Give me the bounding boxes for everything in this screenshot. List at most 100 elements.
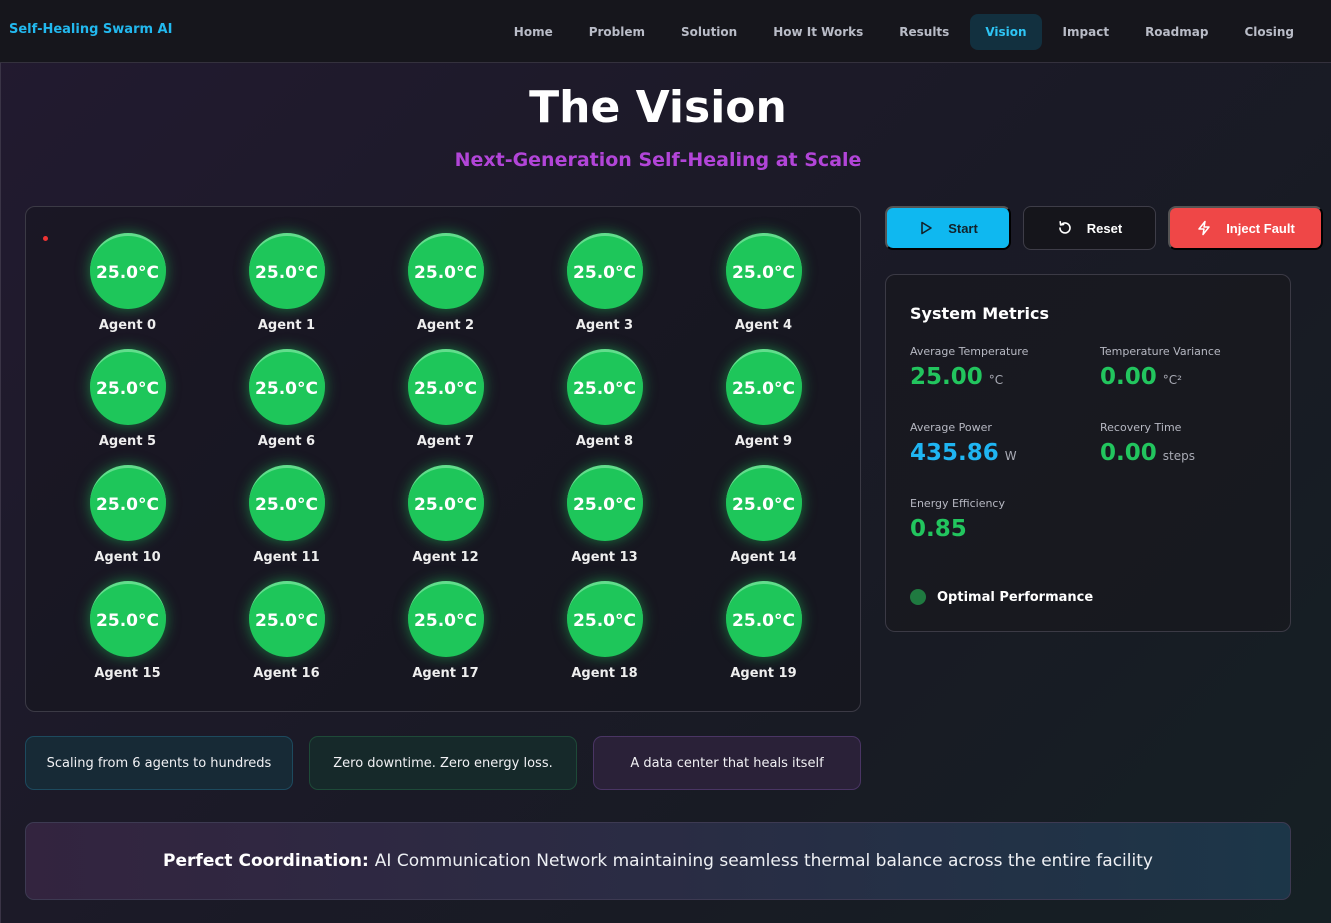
nav-solution[interactable]: Solution <box>666 14 752 50</box>
banner-text: AI Communication Network maintaining sea… <box>374 851 1153 871</box>
metric-label: Average Power <box>910 421 992 434</box>
nav-home[interactable]: Home <box>499 14 568 50</box>
metric-temperature-variance: Temperature Variance 0.00 °C² <box>1100 345 1221 390</box>
agent-label: Agent 1 <box>257 318 316 333</box>
agent-temperature-circle[interactable]: 25.0°C <box>89 465 166 541</box>
agent-label: Agent 12 <box>412 550 479 565</box>
agent-label: Agent 14 <box>730 550 797 565</box>
agent-grid-panel: 25.0°C Agent 0 25.0°C Agent 1 25.0°C Agent 22… <box>25 206 861 712</box>
agent-node[interactable]: 25.0°C Agent 18 <box>525 581 684 697</box>
nav-roadmap[interactable]: Roadmap <box>1130 14 1223 50</box>
agent-node[interactable]: 25.0°C Agent 9 <box>684 349 843 465</box>
agent-temperature-circle[interactable]: 25.0°C <box>566 349 643 425</box>
metric-unit: W <box>1004 449 1017 463</box>
agent-node[interactable]: 25.0°C Agent 14 <box>684 465 843 581</box>
agent-label: Agent 0 <box>98 318 157 333</box>
metric-value: 0.00 °C² <box>1100 364 1221 390</box>
agent-label: Agent 13 <box>571 550 638 565</box>
agent-label: Agent 19 <box>730 666 797 681</box>
nav-how-it-works[interactable]: How It Works <box>758 14 878 50</box>
agent-node[interactable]: 25.0°C Agent 16 <box>207 581 366 697</box>
metric-value: 0.00 steps <box>1100 440 1195 466</box>
nav-closing[interactable]: Closing <box>1229 14 1309 50</box>
metric-unit: steps <box>1162 449 1195 463</box>
agent-node[interactable]: 25.0°C Agent 12 <box>366 465 525 581</box>
agent-temperature-circle[interactable]: 25.0°C <box>566 581 643 657</box>
agent-temperature-circle[interactable]: 25.0°C <box>407 233 484 309</box>
nav-vision[interactable]: Vision <box>970 14 1042 50</box>
brand-logo-text[interactable]: Self-Healing Swarm AI <box>9 22 172 37</box>
agent-node[interactable]: 25.0°C Agent 10 <box>48 465 207 581</box>
agent-temperature-circle[interactable]: 25.0°C <box>89 581 166 657</box>
agent-node[interactable]: 25.0°C Agent 13 <box>525 465 684 581</box>
agent-temperature-circle[interactable]: 25.0°C <box>248 465 325 541</box>
agent-temperature-circle[interactable]: 25.0°C <box>248 349 325 425</box>
agent-label: Agent 6 <box>257 434 316 449</box>
agent-label: Agent 8 <box>575 434 634 449</box>
agent-node[interactable]: 25.0°C Agent 11 <box>207 465 366 581</box>
agent-label: Agent 9 <box>734 434 793 449</box>
metric-average-temperature: Average Temperature 25.00 °C <box>910 345 1028 390</box>
agent-node[interactable]: 25.0°C Agent 7 <box>366 349 525 465</box>
play-icon <box>921 221 932 235</box>
agent-node[interactable]: 25.0°C Agent 6 <box>207 349 366 465</box>
agent-temperature-circle[interactable]: 25.0°C <box>566 465 643 541</box>
agent-label: Agent 17 <box>412 666 479 681</box>
agent-node[interactable]: 25.0°C Agent 4 <box>684 233 843 349</box>
agent-temperature-circle[interactable]: 25.0°C <box>407 581 484 657</box>
agent-grid: 25.0°C Agent 0 25.0°C Agent 1 25.0°C Agent 22… <box>48 233 843 697</box>
inject-fault-button[interactable]: Inject Fault <box>1168 206 1323 250</box>
tagline-self-healing: A data center that heals itself <box>593 736 861 790</box>
agent-label: Agent 5 <box>98 434 157 449</box>
metric-value: 435.86 W <box>910 440 1017 466</box>
agent-node[interactable]: 25.0°C Agent 1 <box>207 233 366 349</box>
agent-temperature-circle[interactable]: 25.0°C <box>89 233 166 309</box>
nav-results[interactable]: Results <box>884 14 964 50</box>
reset-icon <box>1058 221 1071 234</box>
tagline-zero-downtime: Zero downtime. Zero energy loss. <box>309 736 577 790</box>
agent-label: Agent 10 <box>94 550 161 565</box>
agent-node[interactable]: 25.0°C Agent 15 <box>48 581 207 697</box>
start-button[interactable]: Start <box>885 206 1011 250</box>
agent-temperature-circle[interactable]: 25.0°C <box>725 233 802 309</box>
agent-temperature-circle[interactable]: 25.0°C <box>725 465 802 541</box>
agent-temperature-circle[interactable]: 25.0°C <box>725 349 802 425</box>
start-button-label: Start <box>948 220 978 236</box>
agent-temperature-circle[interactable]: 25.0°C <box>407 349 484 425</box>
agent-temperature-circle[interactable]: 25.0°C <box>566 233 643 309</box>
metric-average-power: Average Power 435.86 W <box>910 421 1017 466</box>
agent-label: Agent 4 <box>734 318 793 333</box>
metric-label: Energy Efficiency <box>910 497 1005 510</box>
metric-recovery-time: Recovery Time 0.00 steps <box>1100 421 1195 466</box>
metric-value: 25.00 °C <box>910 364 1028 390</box>
system-metrics-card: System Metrics Average Temperature 25.00… <box>885 274 1291 632</box>
agent-temperature-circle[interactable]: 25.0°C <box>725 581 802 657</box>
metric-number: 0.85 <box>910 516 967 542</box>
agent-temperature-circle[interactable]: 25.0°C <box>248 233 325 309</box>
agent-node[interactable]: 25.0°C Agent 8 <box>525 349 684 465</box>
nav-impact[interactable]: Impact <box>1048 14 1125 50</box>
agent-temperature-circle[interactable]: 25.0°C <box>89 349 166 425</box>
agent-label: Agent 15 <box>94 666 161 681</box>
reset-button[interactable]: Reset <box>1023 206 1156 250</box>
nav-problem[interactable]: Problem <box>574 14 660 50</box>
tagline-scaling: Scaling from 6 agents to hundreds <box>25 736 293 790</box>
metric-number: 435.86 <box>910 440 999 466</box>
agent-node[interactable]: 25.0°C Agent 0 <box>48 233 207 349</box>
metric-unit: °C² <box>1162 373 1182 387</box>
metric-unit: °C <box>988 373 1004 387</box>
metric-value: 0.85 <box>910 516 1005 542</box>
agent-node[interactable]: 25.0°C Agent 2 <box>366 233 525 349</box>
performance-status: Optimal Performance <box>910 589 1093 605</box>
nav-links: Home Problem Solution How It Works Resul… <box>499 14 1309 50</box>
page-subtitle: Next-Generation Self-Healing at Scale <box>454 149 862 171</box>
agent-node[interactable]: 25.0°C Agent 19 <box>684 581 843 697</box>
agent-node[interactable]: 25.0°C Agent 17 <box>366 581 525 697</box>
metric-number: 25.00 <box>910 364 983 390</box>
agent-temperature-circle[interactable]: 25.0°C <box>248 581 325 657</box>
page-title: The Vision <box>529 82 787 133</box>
agent-node[interactable]: 25.0°C Agent 5 <box>48 349 207 465</box>
agent-node[interactable]: 25.0°C Agent 3 <box>525 233 684 349</box>
reset-button-label: Reset <box>1086 220 1123 236</box>
agent-temperature-circle[interactable]: 25.0°C <box>407 465 484 541</box>
